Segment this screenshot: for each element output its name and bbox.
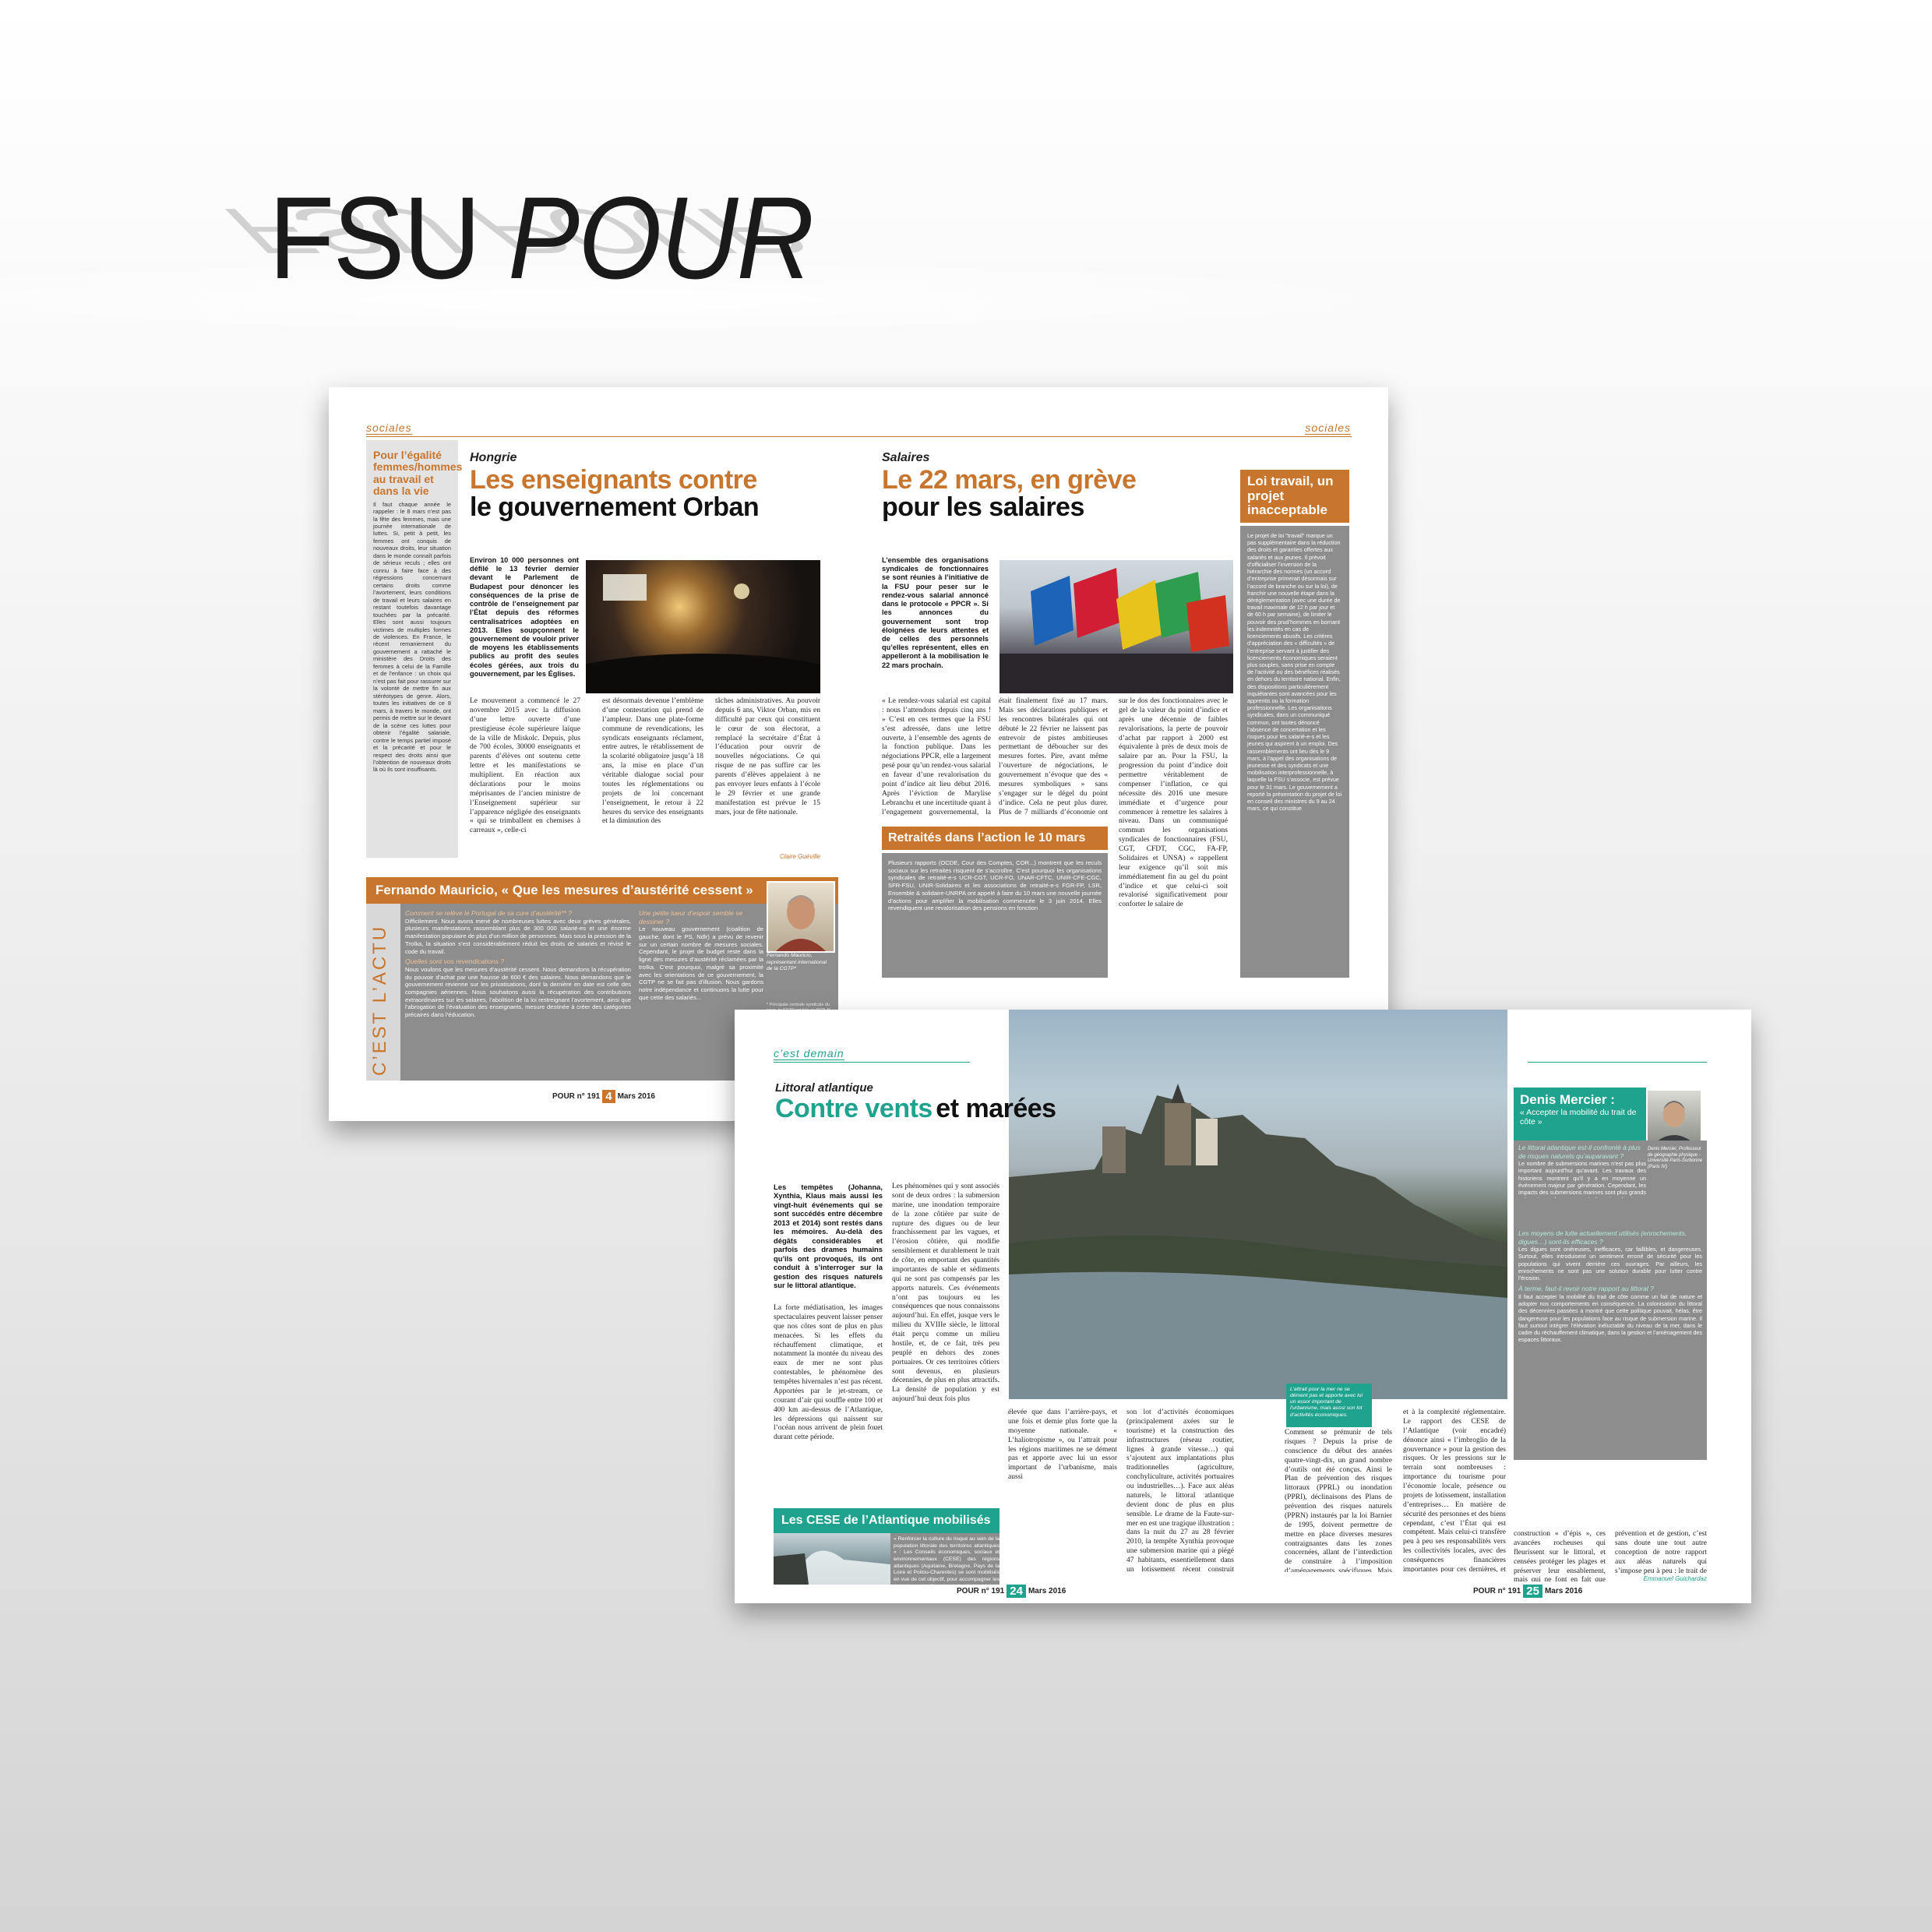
lead-text: Environ 10 000 personnes ont défilé le 1… [470,556,579,678]
interview-photo-caption: Denis Mercier, Professeur de géographie … [1648,1147,1703,1170]
sidebar-text: Il faut chaque année le rappeler : le 8 … [373,500,451,774]
interview-answer: Le nombre de submersions marines n’est p… [1518,1160,1646,1198]
cese-text: « Renforcer la culture du risque au sein… [894,1536,999,1585]
article-title-line1: Les enseignants contre [470,465,757,495]
rubric-cest-demain: c’est demain [774,1047,844,1060]
article-title-line2: pour les salaires [882,492,1084,522]
retraites-title: Retraités dans l’action le 10 mars [882,827,1108,850]
actu-answer: Le nouveau gouvernement (coalition de ga… [639,925,763,1001]
folio-page-24: POUR n° 191 24 Mars 2016 [957,1585,1066,1598]
actu-photo-caption: Fernando Mauricio, représentant internat… [767,953,827,972]
article-salaires-col2: était finalement fixé au 17 mars. Mais s… [999,697,1108,816]
title-dark: et marées [936,1094,1056,1123]
sidebar-title: Pour l’égalité femmes/hommes au travail … [373,449,463,498]
actu-col2: Une petite lueur d’espoir semble se dess… [639,909,763,1001]
photo-fernando-mauricio [767,881,835,953]
article-col3: élevée que dans l’arrière-pays, et une f… [1008,1408,1117,1482]
article-title-line1: Le 22 mars, en grève [882,465,1137,495]
rubric-left: sociales [366,421,412,435]
brand-title-reflection: FSU POUR [203,195,828,267]
article-col1: La forte médiatisation, les images spect… [774,1304,883,1442]
article-signature: Emmanuel Guichardaz [1643,1575,1707,1582]
folio-page-4: POUR n° 191 4 Mars 2016 [552,1090,655,1103]
interview-question: À terme, faut-il revoir notre rapport au… [1518,1285,1654,1293]
photo-coastline-icon [1009,1084,1507,1399]
photo-salaires-demonstration [999,560,1233,693]
lead-text: Les tempêtes (Johanna, Xynthia, Klaus ma… [774,1183,883,1290]
article-salaires-lead: L’ensemble des organisations syndicales … [882,556,989,670]
article-hongrie-lead: Environ 10 000 personnes ont défilé le 1… [470,556,579,679]
title-teal: Contre vents [775,1094,933,1123]
portrait-icon [1652,1101,1696,1145]
magazine-spread-cest-demain: c’est demain Littoral atlantique Contre … [735,1010,1751,1603]
article-salaires-col1: « Le rendez-vous salarial est capital : … [882,697,991,816]
loi-travail-title: Loi travail, un projet inacceptable [1240,470,1349,523]
article-salaires: Salaires Le 22 mars, en grève pour les s… [882,451,1240,520]
article-col7: construction « d’épis », ces avancées ro… [1514,1530,1606,1581]
lead-text: L’ensemble des organisations syndicales … [882,556,989,669]
actu-question: Une petite lueur d’espoir semble se dess… [639,909,743,925]
article-salaires-col3: sur le dos des fonctionnaires avec le ge… [1119,697,1228,909]
actu-vertical-label: C’EST L’ACTU [369,924,390,1076]
sidebar-egalite: Pour l’égalité femmes/hommes au travail … [366,440,463,858]
article-col4: son lot d’activités économiques (princip… [1126,1408,1234,1572]
retraites-text: Plusieurs rapports (OCDE, Cour des Compt… [888,859,1102,912]
interview-question: Le littoral atlantique est-il confronté … [1518,1144,1641,1160]
interview-question: Les moyens de lutte actuellement utilisé… [1518,1229,1687,1246]
interview-block1: Le littoral atlantique est-il confronté … [1518,1144,1646,1198]
cese-title: Les CESE de l’Atlantique mobilisés [774,1508,999,1533]
interview-answer: Les digues sont onéreuses, inefficaces, … [1518,1246,1702,1282]
loi-travail-text: Le projet de loi "travail" marque un pas… [1247,532,1342,813]
actu-answer: Difficilement. Nous avons mené de nombre… [405,917,631,955]
article-col8: prévention et de gestion, c’est sans dou… [1615,1530,1707,1575]
retraites-box: Plusieurs rapports (OCDE, Cour des Compt… [882,853,1108,978]
actu-col1: Comment se relève le Portugal de sa cure… [405,909,631,1073]
interview-name: Denis Mercier : [1520,1092,1615,1107]
article-hongrie: Hongrie Les enseignants contre le gouver… [470,451,828,520]
rubric-rule-left [774,1062,970,1063]
rubric-right: sociales [1305,421,1351,435]
rubric-rule-right [1528,1062,1707,1063]
article-col6: et à la complexité réglementaire. Le rap… [1403,1408,1506,1572]
photo-denis-mercier [1648,1091,1701,1145]
interview-block2: Les moyens de lutte actuellement utilisé… [1518,1198,1702,1455]
article-hongrie-col3: tâches administratives. Au pouvoir depui… [715,697,820,816]
portrait-icon [776,895,826,951]
rubric-rule [366,436,1352,437]
photo-caption: L’attrait pour la mer ne se dément pas e… [1286,1384,1372,1427]
photo-wave-icon [774,1550,890,1585]
interview-answer: Il faut accepter la mobilité du trait de… [1518,1292,1702,1344]
photo-littoral-cliffs [1009,1010,1507,1399]
actu-question: Comment se relève le Portugal de sa cure… [405,909,573,917]
interview-quote: « Accepter la mobilité du trait de côte … [1520,1108,1637,1127]
photo-waves [774,1533,890,1585]
photo-budapest-protest [586,560,820,693]
article-hongrie-col1: Le mouvement a commencé le 27 novembre 2… [470,697,580,835]
loi-travail-box: Le projet de loi "travail" marque un pas… [1240,526,1349,978]
folio-page-25: POUR n° 191 25 Mars 2016 [1473,1585,1583,1598]
article-kicker: Littoral atlantique [775,1081,873,1095]
actu-answer: Nous voulons que les mesures d’austérité… [405,965,631,1019]
article-title-line2: le gouvernement Orban [470,492,760,522]
article-col5: Comment se prémunir de tels risques ? De… [1285,1429,1392,1572]
article-hongrie-signature: Claire Guéville [779,853,820,860]
interview-header: Denis Mercier : « Accepter la mobilité d… [1514,1088,1646,1141]
article-kicker: Hongrie [470,451,517,464]
photo-flags-icon [999,568,1233,693]
photo-crowd-icon [586,574,820,693]
article-title: Contre vents et marées [775,1095,1056,1123]
actu-question: Quelles sont vos revendications ? [405,957,505,966]
article-kicker: Salaires [882,451,930,464]
article-hongrie-col2: est désormais devenue l’emblème d’une co… [602,697,703,826]
article-col2: Les phénomènes qui y sont associés sont … [892,1183,999,1404]
